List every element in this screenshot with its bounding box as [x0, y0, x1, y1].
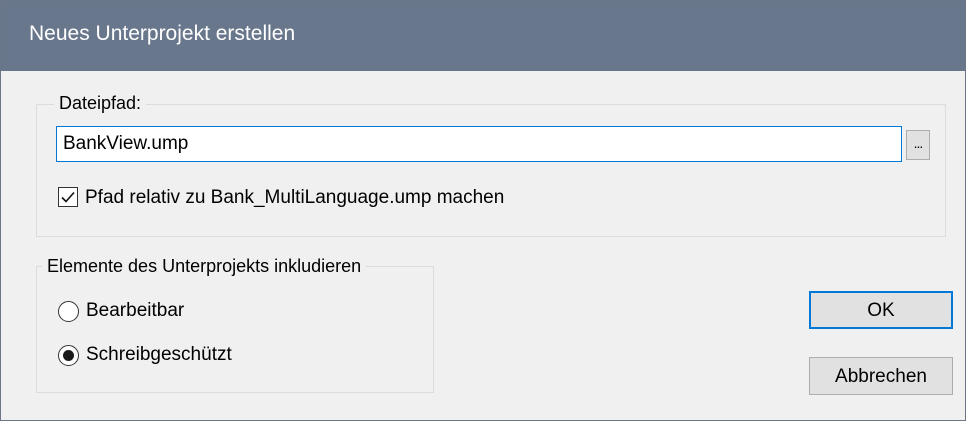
- file-path-group: [36, 104, 946, 237]
- read-only-radio-label[interactable]: Schreibgeschützt: [86, 344, 232, 366]
- file-path-group-label: Dateipfad:: [54, 93, 147, 114]
- dialog-title: Neues Unterprojekt erstellen: [29, 22, 296, 45]
- radio-selected-dot: [63, 350, 74, 361]
- relative-path-label[interactable]: Pfad relativ zu Bank_MultiLanguage.ump m…: [85, 187, 504, 209]
- subproject-elements-group: [36, 266, 434, 393]
- editable-radio[interactable]: [58, 301, 79, 322]
- cancel-button[interactable]: Abbrechen: [809, 357, 953, 395]
- subproject-elements-group-label: Elemente des Unterprojekts inkludieren: [42, 256, 367, 277]
- browse-button[interactable]: ...: [906, 130, 930, 160]
- ok-button[interactable]: OK: [809, 291, 953, 329]
- relative-path-checkbox[interactable]: [58, 187, 78, 207]
- checkmark-icon: [61, 191, 75, 203]
- editable-radio-label[interactable]: Bearbeitbar: [86, 300, 184, 322]
- title-bar: Neues Unterprojekt erstellen: [1, 1, 965, 71]
- file-path-input[interactable]: [56, 126, 902, 162]
- read-only-radio[interactable]: [58, 345, 79, 366]
